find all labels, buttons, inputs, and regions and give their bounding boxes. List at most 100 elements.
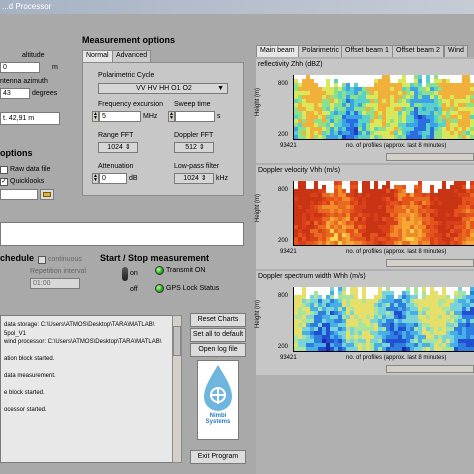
folder-browse-button[interactable] [40,189,54,200]
quicklooks-path-field[interactable] [0,189,38,200]
log-line: ation block started. [4,356,55,362]
lowpass-select[interactable]: 1024 ⇕ [174,173,214,184]
altitude-field[interactable]: 0 [0,62,40,73]
quicklooks-checkbox[interactable]: ✓ [0,178,8,186]
chart-title: Doppler velocity Vhh (m/s) [258,167,341,174]
measurement-header: Measurement options [82,35,176,45]
chevron-updown-icon: ⇕ [198,144,205,151]
lowpass-label: Low-pass filter [174,163,220,170]
transmit-label: Transmit ON [166,267,206,274]
chart-panel: Doppler spectrum width Whh (m/s) Height (… [255,271,474,375]
altitude-unit: m [52,64,58,71]
freq-spinner[interactable]: ▲ ▼ [92,111,99,122]
raw-data-label: Raw data file [10,166,51,173]
tab-offset-beam-2[interactable]: Offset beam 2 [392,45,444,57]
startstop-header: Start / Stop measurement [100,253,210,263]
folder-icon [43,192,51,197]
heatmap [294,181,474,245]
x-tick: 93421 [280,143,297,149]
on-off-toggle[interactable] [122,267,128,281]
freq-label: Frequency excursion [98,101,163,108]
atten-spinner[interactable]: ▲ ▼ [92,173,99,184]
y-tick-bottom: 200 [278,344,289,350]
log-line: ocessor started. [4,407,47,413]
heatmap [294,287,474,351]
lowpass-value: 1024 [183,175,199,182]
y-tick-top: 800 [278,81,289,87]
altitude-label: altitude [22,52,45,59]
attenuation-field[interactable]: 0 [99,173,127,184]
chart-scrollbar[interactable] [386,365,474,373]
x-axis-line [293,351,474,352]
y-axis-label: Height (m) [255,193,262,223]
tab-normal[interactable]: Normal [82,50,113,62]
y-axis-line [293,75,294,139]
chart-scrollbar[interactable] [386,153,474,161]
polarimetric-select[interactable]: VV HV HH O1 O2 ▼ [98,83,228,94]
x-axis-line [293,245,474,246]
y-axis-label: Height (m) [255,299,262,329]
y-tick-bottom: 200 [278,132,289,138]
range-fft-value: 1024 [107,144,123,151]
nimbi-logo: Nimbi Systems [197,360,239,440]
on-label: on [130,270,138,277]
quicklooks-label: Quicklooks [10,178,45,185]
tab-wind[interactable]: Wind [444,45,468,57]
chart-title: reflectivity Zhh (dBZ) [258,61,323,68]
open-log-button[interactable]: Open log file [190,343,246,357]
log-line: 5pol_V1 [4,330,27,337]
x-axis-caption: no. of profiles (approx. last 8 minutes) [346,355,447,361]
range-fft-select[interactable]: 1024 ⇕ [98,142,138,153]
continuous-label: continuous [48,256,82,263]
set-default-button[interactable]: Set all to default [190,328,246,342]
doppler-fft-select[interactable]: 512 ⇕ [174,142,214,153]
tab-advanced[interactable]: Advanced [112,50,152,62]
sweep-spinner[interactable]: ▲ ▼ [168,111,175,122]
x-axis-caption: no. of profiles (approx. last 8 minutes) [346,143,447,149]
freq-field[interactable]: 5 [99,111,141,122]
freq-unit: MHz [143,113,158,120]
azimuth-label: ntenna azimuth [0,78,48,85]
range-fft-label: Range FFT [98,132,134,139]
sweep-field[interactable] [175,111,215,122]
log-line: e block started. [4,390,45,396]
azimuth-unit: degrees [32,90,58,97]
raw-data-checkbox[interactable] [0,166,8,174]
nimbi-logo-icon [204,365,232,411]
reset-charts-button[interactable]: Reset Charts [190,313,246,327]
exit-button[interactable]: Exit Program [190,450,246,464]
lowpass-unit: kHz [216,175,229,182]
azimuth-field[interactable]: 43 [0,88,30,99]
window-title: ...d Processor [2,2,52,11]
polarimetric-label: Polarimetric Cycle [98,72,155,79]
log-scrollbar[interactable] [172,315,182,463]
polarimetric-value: VV HV HH O1 O2 [136,85,192,92]
x-axis-caption: no. of profiles (approx. last 8 minutes) [346,249,447,255]
coordinate-field[interactable]: t. 42,91 m [0,112,60,125]
repetition-label: Repetition interval [30,268,87,275]
attenuation-label: Attenuation [98,163,134,170]
sweep-unit: s [217,113,221,120]
doppler-fft-value: 512 [185,144,197,151]
chevron-updown-icon: ⇕ [124,144,131,151]
tab-polarimetric[interactable]: Polarimetric [298,45,343,57]
gps-label: GPS Lock Status [166,285,220,292]
log-scroll-thumb[interactable] [173,326,181,356]
tab-main-beam[interactable]: Main beam [256,45,299,57]
x-axis-line [293,139,474,140]
continuous-checkbox[interactable] [38,256,46,264]
tab-offset-beam-1[interactable]: Offset beam 1 [341,45,393,57]
log-line: data storage: C:\Users\ATMOS\Desktop\TAR… [4,322,155,328]
repetition-field[interactable]: 01:00 [30,278,80,289]
schedule-header: chedule [0,253,35,263]
charts-area: reflectivity Zhh (dBZ) Height (m) 800 200 93… [255,57,474,474]
chart-scrollbar[interactable] [386,259,474,267]
y-axis-line [293,181,294,245]
x-tick: 93421 [280,249,297,255]
y-tick-bottom: 200 [278,238,289,244]
heatmap [294,75,474,139]
